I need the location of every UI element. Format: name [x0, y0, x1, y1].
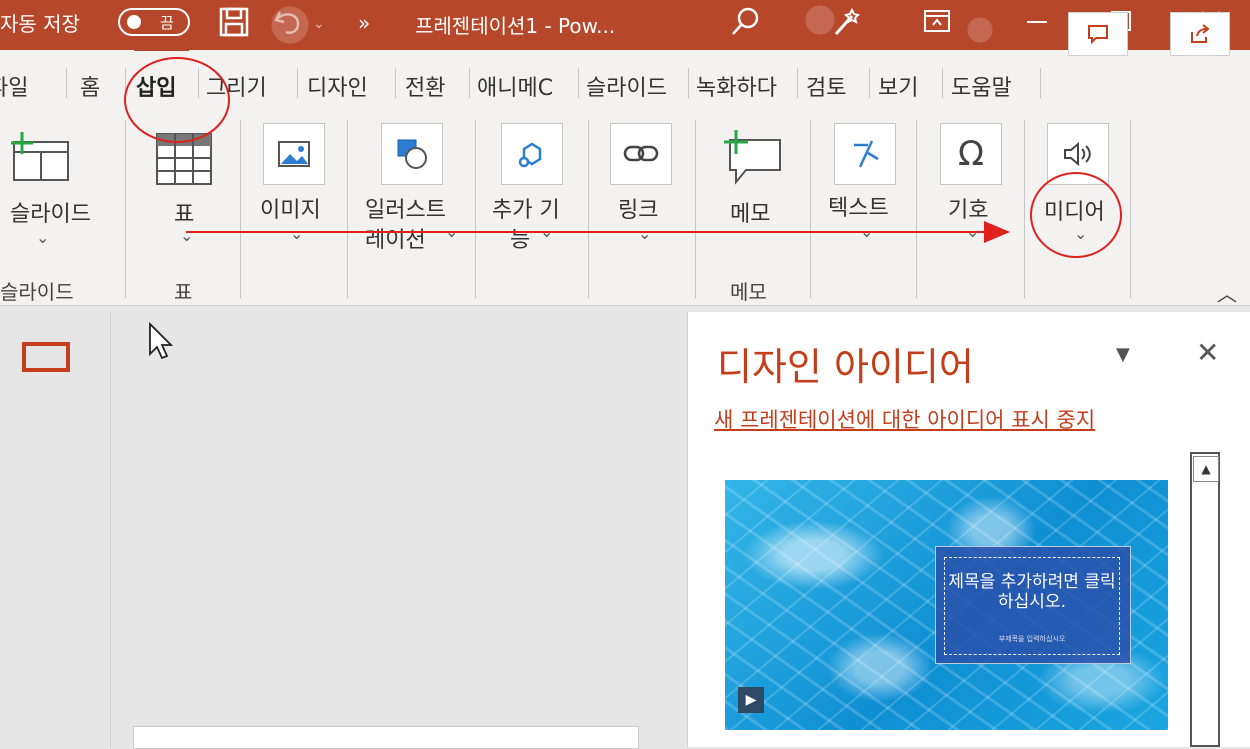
media-highlight — [1030, 172, 1122, 258]
annotation-arrow-head — [984, 221, 1010, 243]
insert-tab-highlight — [124, 57, 230, 143]
annotation-overlay — [124, 57, 1122, 258]
